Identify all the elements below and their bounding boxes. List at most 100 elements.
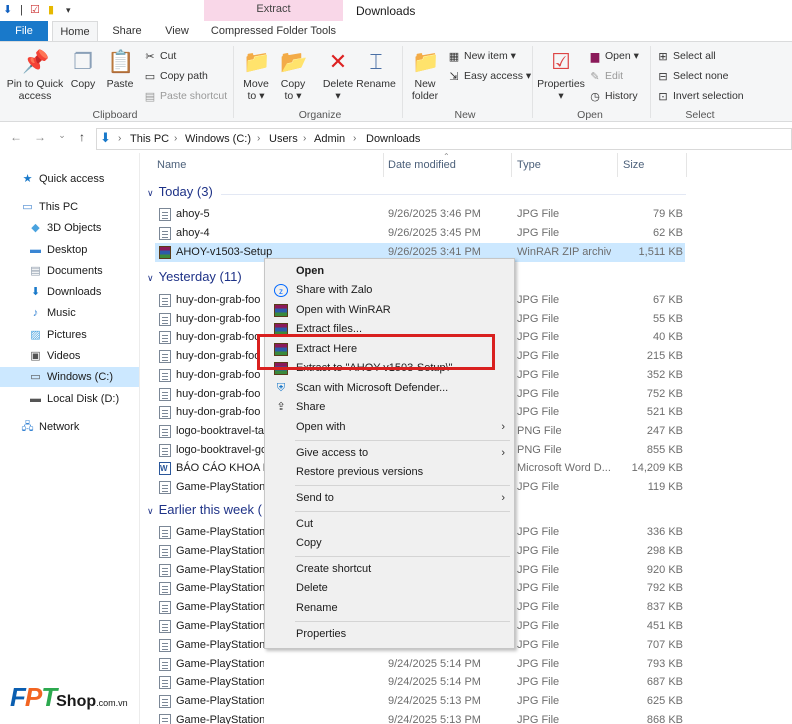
file-row[interactable]: ahoy-4 9/26/2025 3:45 PM JPG File 62 KB: [155, 224, 685, 243]
nav-local-disk-d[interactable]: ▬ Local Disk (D:): [28, 389, 119, 409]
nav-network[interactable]: 🖧 Network: [20, 417, 79, 437]
file-type: JPG File: [517, 312, 560, 325]
tab-view[interactable]: View: [152, 21, 202, 41]
breadcrumb-this-pc[interactable]: This PC: [130, 133, 169, 145]
menu-item-delete[interactable]: Delete: [266, 579, 513, 598]
group-header-yesterday[interactable]: ∨ Yesterday (11): [147, 269, 242, 284]
nav-videos[interactable]: ▣ Videos: [28, 346, 80, 366]
file-row[interactable]: Game-PlayStation-1 9/24/2025 5:13 PM JPG F…: [155, 711, 685, 724]
group-open-label: Open: [577, 109, 603, 121]
menu-label: Share with Zalo: [296, 284, 373, 296]
open-button[interactable]: ▆ Open ▾: [588, 49, 639, 63]
column-size[interactable]: Size: [623, 159, 644, 171]
menu-item-properties[interactable]: Properties: [266, 625, 513, 644]
forward-arrow-icon[interactable]: →: [32, 130, 48, 144]
breadcrumb-windows-c[interactable]: Windows (C:): [185, 133, 251, 145]
file-row[interactable]: Game-PlayStation-4 9/24/2025 5:14 PM JPG F…: [155, 655, 685, 674]
up-arrow-icon[interactable]: ↑: [74, 130, 90, 144]
column-separator[interactable]: [617, 153, 618, 177]
copy-to-button[interactable]: 📂 Copy to ▾: [278, 48, 308, 102]
properties-button[interactable]: ☑ Properties ▾: [536, 48, 586, 102]
nav-windows-c[interactable]: ▭ Windows (C:): [0, 367, 139, 387]
delete-button[interactable]: ✕ Delete ▾: [320, 48, 356, 102]
menu-item-open-with[interactable]: Open with ›: [266, 418, 513, 437]
column-separator[interactable]: [686, 153, 687, 177]
file-row[interactable]: ahoy-5 9/26/2025 3:46 PM JPG File 79 KB: [155, 205, 685, 224]
file-date: 9/24/2025 5:13 PM: [388, 714, 481, 724]
edit-button[interactable]: ✎ Edit: [588, 69, 623, 83]
tab-compressed-folder-tools[interactable]: Compressed Folder Tools: [204, 21, 343, 41]
breadcrumb-downloads[interactable]: Downloads: [366, 133, 420, 145]
menu-item-share[interactable]: ⇪ Share: [266, 398, 513, 417]
nav-documents[interactable]: ▤ Documents: [28, 261, 102, 281]
group-label: Today (3): [158, 184, 213, 199]
copy-path-button[interactable]: ▭ Copy path: [143, 69, 208, 83]
file-type: PNG File: [517, 424, 562, 437]
nav-quick-access[interactable]: ★ Quick access: [20, 169, 105, 189]
file-type: JPG File: [517, 387, 560, 400]
group-clipboard-label: Clipboard: [92, 109, 138, 121]
quick-access-down-icon[interactable]: ⬇: [3, 3, 12, 17]
tab-share[interactable]: Share: [104, 21, 150, 41]
menu-item-copy[interactable]: Copy: [266, 534, 513, 553]
tab-home[interactable]: Home: [52, 21, 98, 41]
column-separator[interactable]: [511, 153, 512, 177]
nav-pictures[interactable]: ▨ Pictures: [28, 325, 86, 345]
context-tab-header: Extract: [204, 0, 343, 21]
menu-item-cut[interactable]: Cut: [266, 515, 513, 534]
nav-downloads[interactable]: ⬇ Downloads: [28, 282, 102, 302]
rename-button[interactable]: ⌶ Rename: [356, 48, 396, 90]
nav-this-pc[interactable]: ▭ This PC: [20, 197, 78, 217]
paste-shortcut-button[interactable]: ▤ Paste shortcut: [143, 89, 227, 103]
breadcrumb-users[interactable]: Users: [269, 133, 298, 145]
cut-button[interactable]: ✂ Cut: [143, 49, 176, 63]
back-arrow-icon[interactable]: ←: [8, 130, 24, 144]
menu-item-share-zalo[interactable]: z Share with Zalo: [266, 281, 513, 300]
column-type[interactable]: Type: [517, 159, 541, 171]
invert-selection-button[interactable]: ⊡ Invert selection: [656, 89, 743, 103]
recent-locations-icon[interactable]: ⌄: [54, 130, 70, 141]
properties-qat-icon[interactable]: ☑: [30, 3, 40, 17]
file-name: huy-don-grab-foo: [176, 387, 261, 400]
menu-item-restore-versions[interactable]: Restore previous versions: [266, 463, 513, 482]
menu-item-send-to[interactable]: Send to ›: [266, 489, 513, 508]
tab-file[interactable]: File: [0, 21, 48, 41]
column-separator[interactable]: [383, 153, 384, 177]
navigation-pane: ★ Quick access ▭ This PC ◆ 3D Objects ▬ Desk…: [0, 153, 140, 724]
menu-item-rename[interactable]: Rename: [266, 599, 513, 618]
history-button[interactable]: ◷ History: [588, 89, 637, 103]
nav-3d-objects[interactable]: ◆ 3D Objects: [28, 218, 101, 238]
menu-separator: [295, 556, 510, 557]
easy-access-button[interactable]: ⇲ Easy access ▾: [447, 69, 531, 83]
menu-item-scan-defender[interactable]: ⛨ Scan with Microsoft Defender...: [266, 379, 513, 398]
group-header-today[interactable]: ∨ Today (3): [147, 184, 213, 199]
menu-item-give-access[interactable]: Give access to ›: [266, 444, 513, 463]
menu-item-create-shortcut[interactable]: Create shortcut: [266, 560, 513, 579]
folder-qat-icon[interactable]: ▮: [48, 3, 54, 17]
nav-music[interactable]: ♪ Music: [28, 303, 76, 323]
menu-item-open-winrar[interactable]: Open with WinRAR: [266, 301, 513, 320]
column-name[interactable]: Name: [157, 159, 186, 171]
select-all-label: Select all: [673, 50, 716, 62]
file-row[interactable]: Game-PlayStation-2 9/24/2025 5:13 PM JPG F…: [155, 692, 685, 711]
paste-button[interactable]: 📋 Paste: [104, 48, 136, 90]
file-date: 9/26/2025 3:46 PM: [388, 208, 481, 220]
group-select-label: Select: [685, 109, 715, 121]
customize-qat-icon[interactable]: ▾: [66, 3, 71, 17]
new-item-button[interactable]: ▦ New item ▾: [447, 49, 516, 63]
new-folder-button[interactable]: 📁 New folder: [406, 48, 444, 102]
copy-button[interactable]: ❐ Copy: [68, 48, 98, 90]
file-name: huy-don-grab-foo: [176, 350, 261, 363]
breadcrumb-admin[interactable]: Admin: [314, 133, 345, 145]
file-row[interactable]: Game-PlayStation-3 9/24/2025 5:14 PM JPG F…: [155, 673, 685, 692]
move-to-button[interactable]: 📁 Move to ▾: [240, 48, 272, 102]
select-none-button[interactable]: ⊟ Select none: [656, 69, 728, 83]
nav-desktop[interactable]: ▬ Desktop: [28, 240, 87, 260]
pin-quick-access-button[interactable]: 📌 Pin to Quick access: [4, 48, 66, 102]
group-header-earlier-this-week[interactable]: ∨ Earlier this week (: [147, 502, 262, 517]
select-all-button[interactable]: ⊞ Select all: [656, 49, 716, 63]
chevron-down-icon: ∨: [147, 188, 154, 198]
menu-item-open[interactable]: Open: [266, 262, 513, 281]
breadcrumb[interactable]: ⬇ › This PC › Windows (C:) › Users › Adm…: [96, 128, 792, 150]
menu-label: Send to: [296, 492, 334, 504]
